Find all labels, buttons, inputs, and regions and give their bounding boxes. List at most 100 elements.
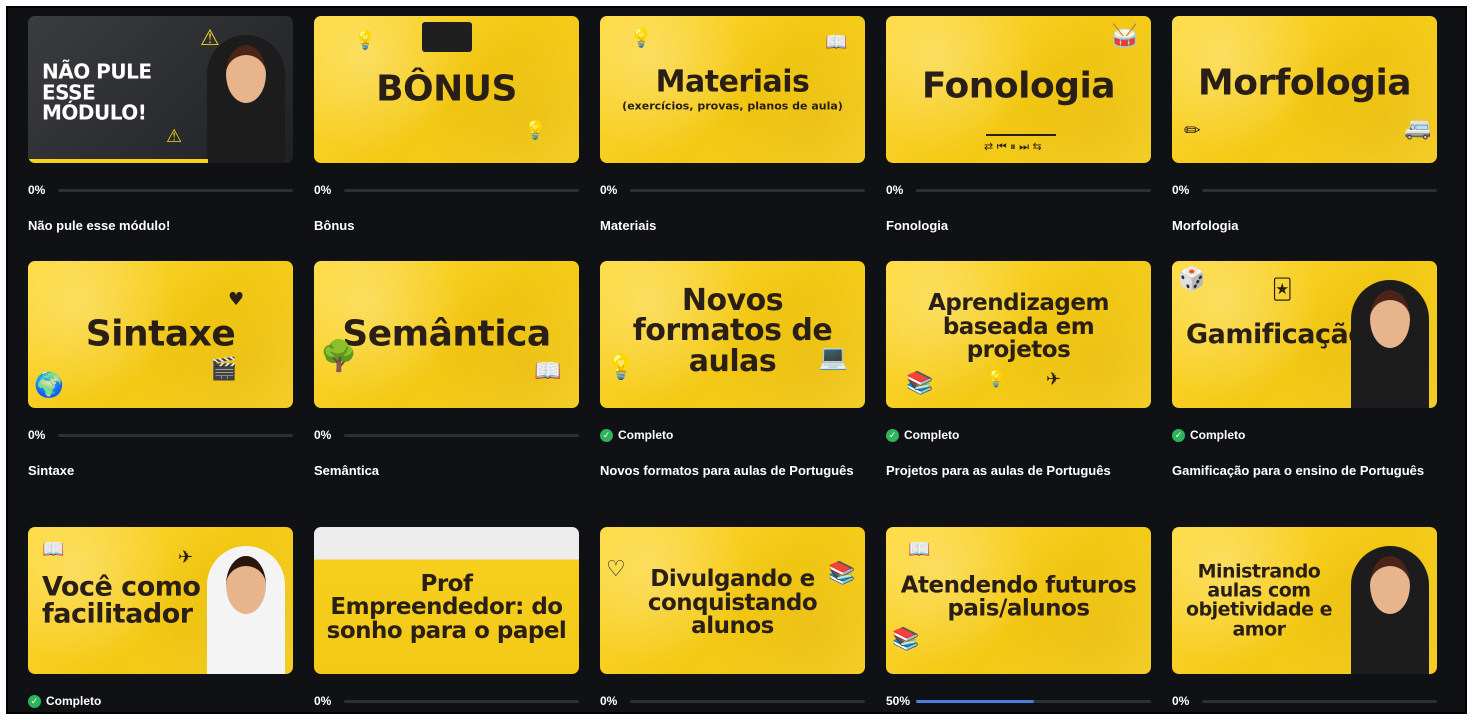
module-thumbnail[interactable]: Semântica 🌳 📖	[314, 261, 579, 408]
module-title[interactable]: Bônus	[314, 214, 579, 237]
module-thumbnail[interactable]: Sintaxe 🌍 🎬 ♥	[28, 261, 293, 408]
progress-row: 0%	[314, 689, 579, 712]
module-card[interactable]: NÃO PULE ESSE MÓDULO! ⚠ ⚠ 0% Não pule es…	[28, 16, 293, 237]
media-controls-icon: ⇄ ⏮ ⏸ ⏭ ⇆	[984, 140, 1042, 153]
module-title[interactable]: Fonologia	[886, 214, 1151, 237]
thumbnail-title: Prof Empreendedor: do sonho para o papel	[326, 570, 567, 644]
module-title[interactable]: Não pule esse módulo!	[28, 214, 293, 237]
progress-bar	[916, 699, 1151, 703]
module-thumbnail[interactable]: Prof Empreendedor: do sonho para o papel	[314, 527, 579, 674]
thumbnail-title: Morfologia	[1197, 62, 1412, 104]
module-card[interactable]: Sintaxe 🌍 🎬 ♥ 0% Sintaxe	[28, 261, 293, 482]
cards-icon: 🃏	[1272, 277, 1293, 301]
module-thumbnail[interactable]: Fonologia ⇄ ⏮ ⏸ ⏭ ⇆ 🥁	[886, 16, 1151, 163]
thumbnail-title: Materiais (exercícios, provas, planos de…	[600, 64, 865, 113]
thumbnail-title: Ministrando aulas com objetividade e amo…	[1186, 559, 1332, 640]
check-circle-icon: ✓	[600, 428, 613, 442]
module-card[interactable]: Você como facilitador 📖 ✈ ✓ Completo	[28, 527, 293, 712]
module-card[interactable]: Semântica 🌳 📖 0% Semântica	[314, 261, 579, 482]
module-thumbnail[interactable]: Divulgando e conquistando alunos ♡ 📚	[600, 527, 865, 674]
audio-seek-bar	[986, 134, 1056, 136]
check-circle-icon: ✓	[1172, 428, 1185, 442]
progress-percent: 0%	[314, 694, 332, 708]
module-thumbnail[interactable]: NÃO PULE ESSE MÓDULO! ⚠ ⚠	[28, 16, 293, 163]
progress-row: 0%	[600, 178, 865, 202]
module-title[interactable]: Materiais	[600, 214, 865, 237]
progress-percent: 0%	[28, 428, 46, 442]
module-thumbnail[interactable]: Materiais (exercícios, provas, planos de…	[600, 16, 865, 163]
module-title[interactable]: Morfologia	[1172, 214, 1437, 237]
check-circle-icon: ✓	[28, 694, 41, 708]
open-book-icon: 📖	[534, 359, 562, 384]
module-thumbnail[interactable]: Morfologia ✏ 🚐	[1172, 16, 1437, 163]
progress-percent: 0%	[28, 183, 46, 197]
module-thumbnail[interactable]: Atendendo futuros pais/alunos 📚 📖	[886, 527, 1151, 674]
module-title[interactable]: Semântica	[314, 459, 579, 482]
module-card[interactable]: Atendendo futuros pais/alunos 📚 📖 50%	[886, 527, 1151, 712]
progress-bar	[58, 188, 293, 192]
book-icon: 📖	[825, 32, 848, 53]
books-icon: 📚	[906, 371, 934, 396]
thumbnail-title: Divulgando e conquistando alunos	[647, 566, 818, 640]
module-title[interactable]: Sintaxe	[28, 459, 293, 482]
gift-box-icon	[422, 22, 472, 52]
module-thumbnail[interactable]: Você como facilitador 📖 ✈	[28, 527, 293, 674]
module-title[interactable]: Gamificação para o ensino de Português	[1172, 459, 1437, 482]
complete-label: Completo	[904, 428, 960, 442]
module-card[interactable]: Divulgando e conquistando alunos ♡ 📚 0%	[600, 527, 865, 712]
thumbnail-title: Atendendo futuros pais/alunos	[900, 572, 1137, 622]
progress-bar	[630, 188, 865, 192]
thumbnail-title: Sintaxe	[85, 313, 236, 355]
progress-row: 0%	[1172, 178, 1437, 202]
module-thumbnail[interactable]: Aprendizagem baseada em projetos 📚 💡 ✈	[886, 261, 1151, 408]
module-card[interactable]: Morfologia ✏ 🚐 0% Morfologia	[1172, 16, 1437, 237]
progress-row: ✓ Completo	[886, 423, 1151, 447]
complete-status: ✓ Completo	[600, 428, 673, 442]
progress-bar	[630, 699, 865, 703]
progress-percent: 0%	[600, 183, 618, 197]
module-thumbnail[interactable]: Ministrando aulas com objetividade e amo…	[1172, 527, 1437, 674]
complete-status: ✓ Completo	[28, 694, 101, 708]
progress-bar	[344, 188, 579, 192]
thumbnail-accent	[28, 159, 208, 163]
complete-status: ✓ Completo	[1172, 428, 1245, 442]
module-card[interactable]: Novos formatos de aulas 💡 💻 ✓ Completo N…	[600, 261, 865, 482]
thumbnail-title: Você como facilitador	[42, 570, 201, 630]
paper-plane-icon: ✈	[1046, 369, 1062, 390]
thumbnail-subtitle: (exercícios, provas, planos de aula)	[622, 99, 843, 113]
van-icon: 🚐	[1404, 116, 1432, 141]
module-thumbnail[interactable]: Gamificação 🎲 🃏	[1172, 261, 1437, 408]
module-card[interactable]: BÔNUS 💡 💡 0% Bônus	[314, 16, 579, 237]
progress-row: 0%	[886, 178, 1151, 202]
module-thumbnail[interactable]: Novos formatos de aulas 💡 💻	[600, 261, 865, 408]
heart-icon: ♥	[228, 289, 245, 310]
laptop-icon: 💻	[818, 343, 848, 371]
thumbnail-title-text: Materiais	[655, 64, 810, 100]
module-card[interactable]: Gamificação 🎲 🃏 ✓ Completo Gamificação p…	[1172, 261, 1437, 482]
complete-label: Completo	[46, 694, 102, 708]
lightbulb-icon: 💡	[606, 353, 636, 381]
instructor-photo	[207, 35, 285, 163]
module-card[interactable]: Aprendizagem baseada em projetos 📚 💡 ✈ ✓…	[886, 261, 1151, 482]
progress-row: ✓ Completo	[1172, 423, 1437, 447]
module-card[interactable]: Prof Empreendedor: do sonho para o papel…	[314, 527, 579, 712]
module-title[interactable]: Novos formatos para aulas de Português	[600, 459, 865, 482]
module-card[interactable]: Ministrando aulas com objetividade e amo…	[1172, 527, 1437, 712]
progress-percent: 0%	[886, 183, 904, 197]
progress-row: 0%	[28, 423, 293, 447]
module-title[interactable]: Projetos para as aulas de Português	[886, 459, 1151, 482]
modules-page: NÃO PULE ESSE MÓDULO! ⚠ ⚠ 0% Não pule es…	[6, 6, 1467, 714]
module-thumbnail[interactable]: BÔNUS 💡 💡	[314, 16, 579, 163]
progress-bar	[1202, 188, 1437, 192]
progress-bar	[1202, 699, 1437, 703]
thumbnail-title: Aprendizagem baseada em projetos	[928, 289, 1109, 363]
book-icon: 📖	[908, 539, 931, 560]
progress-percent: 0%	[600, 694, 618, 708]
heart-note-icon: ♡	[606, 557, 626, 582]
module-card[interactable]: Fonologia ⇄ ⏮ ⏸ ⏭ ⇆ 🥁 0% Fonologia	[886, 16, 1151, 237]
lightbulb-icon: 💡	[524, 120, 547, 141]
module-card[interactable]: Materiais (exercícios, provas, planos de…	[600, 16, 865, 237]
progress-percent: 0%	[1172, 694, 1190, 708]
progress-row: ✓ Completo	[600, 423, 865, 447]
warning-icon: ⚠	[166, 126, 183, 147]
